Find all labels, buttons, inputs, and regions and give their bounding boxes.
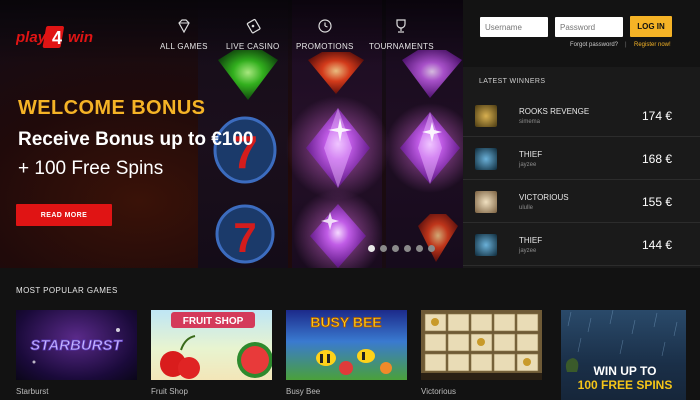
winner-user: simema	[519, 119, 541, 125]
carousel-dot[interactable]	[380, 245, 387, 252]
login-button[interactable]: LOG IN	[630, 16, 672, 37]
casino-page: 7 7 play 4 win ALL GAMES LIVE CASINO PRO…	[0, 0, 700, 400]
free-spins-line: + 100 Free Spins	[18, 158, 164, 179]
play4win-logo[interactable]: play 4 win	[16, 22, 116, 52]
carousel-dot[interactable]	[428, 245, 435, 252]
game-banner-text: FRUIT SHOP	[183, 316, 244, 327]
game-title[interactable]: Busy Bee	[286, 387, 320, 396]
game-title[interactable]: Victorious	[421, 387, 456, 396]
welcome-bonus-heading: WELCOME BONUS	[18, 97, 206, 119]
game-thumbnail	[475, 191, 497, 213]
nav-promotions[interactable]: PROMOTIONS	[296, 18, 354, 51]
game-card-busy-bee[interactable]: BUSY BEE	[286, 310, 407, 380]
game-banner-text: STARBURST	[30, 337, 123, 354]
latest-winners-title: LATEST WINNERS	[479, 78, 546, 85]
starburst-art: STARBURST	[30, 328, 124, 364]
diamond-icon	[178, 19, 190, 34]
winner-amount: 155 €	[641, 195, 672, 209]
nav-label: LIVE CASINO	[226, 42, 280, 51]
carousel-dot[interactable]	[392, 245, 399, 252]
svg-text:win: win	[68, 29, 93, 46]
promo-line2: 100 FREE SPINS	[577, 378, 673, 392]
nav-label: TOURNAMENTS	[369, 42, 434, 51]
svg-text:play: play	[16, 29, 47, 46]
winner-user: jayzee	[519, 162, 537, 168]
winner-amount: 168 €	[641, 152, 672, 166]
free-spins-promo-banner[interactable]: WIN UP TO 100 FREE SPINS	[561, 310, 686, 400]
winner-user: ululle	[519, 205, 534, 211]
game-thumbnail	[475, 105, 497, 127]
bonus-headline: Receive Bonus up to €100	[18, 129, 254, 150]
read-more-button[interactable]: READ MORE	[16, 204, 112, 226]
cards-icon	[246, 18, 261, 34]
nav-label: ALL GAMES	[160, 42, 208, 51]
winner-game: THIEF	[519, 150, 543, 159]
username-input[interactable]	[480, 17, 548, 37]
winner-game: ROOKS REVENGE	[519, 107, 590, 116]
game-card-victorious[interactable]	[421, 310, 542, 380]
register-link[interactable]: Register now!	[634, 42, 671, 48]
svg-text:7: 7	[233, 214, 256, 261]
nav-label: PROMOTIONS	[296, 42, 354, 51]
game-banner-text: BUSY BEE	[310, 314, 381, 330]
winner-row[interactable]: THIEF jayzee 144 €	[463, 223, 700, 266]
svg-text:4: 4	[52, 28, 62, 48]
winner-game: VICTORIOUS	[519, 193, 569, 202]
busy-bee-art: BUSY BEE	[310, 314, 392, 375]
nav-tournaments[interactable]: TOURNAMENTS	[369, 18, 434, 51]
carousel-dot[interactable]	[416, 245, 423, 252]
winner-row[interactable]: ROOKS REVENGE simema 174 €	[463, 94, 700, 137]
game-title[interactable]: Starburst	[16, 387, 48, 396]
carousel-dot[interactable]	[368, 245, 375, 252]
promo-line1: WIN UP TO	[593, 364, 657, 378]
nav-all-games[interactable]: ALL GAMES	[160, 18, 208, 51]
trophy-icon	[396, 19, 407, 33]
winner-row[interactable]: THIEF jayzee 168 €	[463, 137, 700, 180]
fruit-shop-art: FRUIT SHOP	[160, 312, 272, 379]
carousel-dots	[368, 245, 435, 252]
link-separator: |	[625, 42, 627, 48]
game-card-starburst[interactable]: STARBURST	[16, 310, 137, 380]
promo-text: WIN UP TO 100 FREE SPINS	[569, 364, 681, 392]
victorious-art	[421, 310, 542, 380]
game-thumbnail	[475, 234, 497, 256]
login-form: LOG IN Forgot password? | Register now!	[463, 0, 700, 67]
winner-game: THIEF	[519, 236, 543, 245]
game-card-fruit-shop[interactable]: FRUIT SHOP	[151, 310, 272, 380]
nav-live-casino[interactable]: LIVE CASINO	[226, 18, 280, 51]
winner-row[interactable]: VICTORIOUS ululle 155 €	[463, 180, 700, 223]
forgot-password-link[interactable]: Forgot password?	[570, 42, 618, 48]
winner-user: jayzee	[519, 248, 537, 254]
carousel-dot[interactable]	[404, 245, 411, 252]
popular-games-title: MOST POPULAR GAMES	[16, 286, 118, 295]
winner-amount: 174 €	[641, 109, 672, 123]
clock-icon	[318, 19, 332, 33]
game-thumbnail	[475, 148, 497, 170]
winner-amount: 144 €	[641, 238, 672, 252]
side-panel: LOG IN Forgot password? | Register now! …	[463, 0, 700, 268]
password-input[interactable]	[555, 17, 623, 37]
game-title[interactable]: Fruit Shop	[151, 387, 188, 396]
site-header: play 4 win ALL GAMES LIVE CASINO PROMOTI…	[0, 0, 463, 64]
